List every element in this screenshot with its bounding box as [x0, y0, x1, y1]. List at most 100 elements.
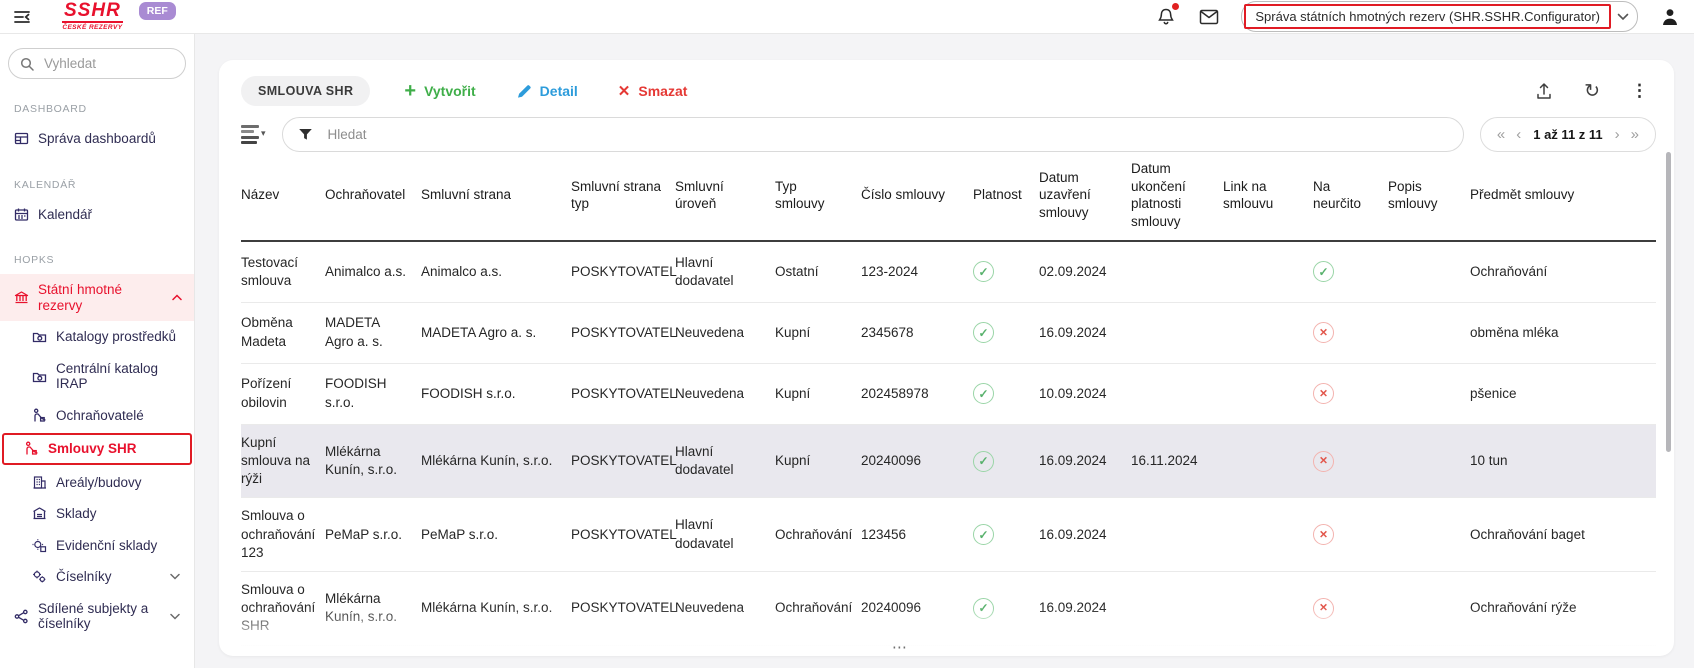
- column-header-datum_ukonceni[interactable]: Datum ukončení platnosti smlouvy: [1131, 154, 1223, 241]
- table-search-input[interactable]: [326, 126, 1448, 143]
- column-header-ochranovatel[interactable]: Ochraňovatel: [325, 154, 421, 241]
- cell-link_na_smlouvu: [1223, 424, 1313, 498]
- sidebar-item-smlouvy-shr[interactable]: Smlouvy SHR: [2, 433, 192, 465]
- column-header-nazev[interactable]: Název: [241, 154, 325, 241]
- table-row[interactable]: Smlouva o ochraňování 123PeMaP s.r.o.PeM…: [241, 498, 1656, 572]
- cell-smluvni_uroven: Hlavní dodavatel: [675, 241, 775, 302]
- refresh-icon[interactable]: ↻: [1582, 80, 1602, 103]
- chevron-down-icon: [1617, 13, 1629, 21]
- column-header-link_na_smlouvu[interactable]: Link na smlouvu: [1223, 154, 1313, 241]
- context-selector-value[interactable]: Správa státních hmotných rezerv (SHR.SSH…: [1244, 4, 1611, 29]
- column-settings-icon[interactable]: ▾: [241, 125, 266, 145]
- sidebar-item-sklady[interactable]: Sklady: [8, 498, 186, 530]
- cell-ochranovatel: Mlékárna Kunín, s.r.o.: [325, 572, 421, 646]
- cell-link_na_smlouvu: [1223, 498, 1313, 572]
- sidebar-collapse-icon[interactable]: [10, 6, 34, 28]
- pagination-next-button[interactable]: ›: [1614, 126, 1621, 143]
- sidebar-item-label: Státní hmotné rezervy: [38, 282, 163, 313]
- cell-ochranovatel: Animalco a.s.: [325, 241, 421, 302]
- cross-circle-icon: ✕: [1313, 524, 1334, 545]
- table-row[interactable]: Obměna MadetaMADETA Agro a. s.MADETA Agr…: [241, 302, 1656, 363]
- cell-nazev: Smlouva o ochraňování SHR: [241, 572, 325, 646]
- column-header-datum_uzavreni[interactable]: Datum uzavření smlouvy: [1039, 154, 1131, 241]
- column-header-smluvni_strana[interactable]: Smluvní strana: [421, 154, 571, 241]
- cell-smluvni_strana_typ: POSKYTOVATEL: [571, 572, 675, 646]
- pagination-last-button[interactable]: »: [1630, 126, 1640, 143]
- table-row[interactable]: Kupní smlouva na rýžiMlékárna Kunín, s.r…: [241, 424, 1656, 498]
- table-viewport: NázevOchraňovatelSmluvní stranaSmluvní s…: [241, 154, 1656, 656]
- column-header-smluvni_uroven[interactable]: Smluvní úroveň: [675, 154, 775, 241]
- sidebar-item-label: Kalendář: [38, 207, 92, 223]
- ref-environment-badge: REF: [139, 2, 176, 20]
- cell-smluvni_strana: Mlékárna Kunín, s.r.o.: [421, 424, 571, 498]
- section-label-hopks: HOPKS: [14, 254, 180, 266]
- cell-platnost: ✓: [973, 241, 1039, 302]
- vertical-scrollbar[interactable]: [1666, 152, 1671, 452]
- sidebar-item-kalendar[interactable]: Kalendář: [8, 199, 186, 231]
- cell-na_neurcito: ✕: [1313, 302, 1388, 363]
- cell-smluvni_strana_typ: POSKYTOVATEL: [571, 498, 675, 572]
- cell-datum_ukonceni: [1131, 498, 1223, 572]
- cell-typ_smlouvy: Kupní: [775, 363, 861, 424]
- messages-envelope-icon[interactable]: [1197, 7, 1221, 27]
- table-row[interactable]: Testovací smlouvaAnimalco a.s.Animalco a…: [241, 241, 1656, 302]
- sidebar-item-arealy-budovy[interactable]: Areály/budovy: [8, 467, 186, 499]
- section-label-dashboard: DASHBOARD: [14, 103, 180, 115]
- card-toolbar: SMLOUVA SHR + Vytvořit Detail ✕ Smazat: [241, 74, 1656, 108]
- table-header-row: NázevOchraňovatelSmluvní stranaSmluvní s…: [241, 154, 1656, 241]
- column-header-cislo_smlouvy[interactable]: Číslo smlouvy: [861, 154, 973, 241]
- table-row[interactable]: testování SČKStředočeskýSlužby✓✕dodávka: [241, 645, 1656, 656]
- context-selector[interactable]: Správa státních hmotných rezerv (SHR.SSH…: [1241, 1, 1638, 32]
- pagination-range-label: 1 až 11 z 11: [1533, 127, 1602, 142]
- sidebar-item-sprava-dashboardu[interactable]: Správa dashboardů: [8, 123, 186, 155]
- sidebar-item-statni-hmotne-rezervy[interactable]: Státní hmotné rezervy: [0, 274, 194, 321]
- user-avatar-icon[interactable]: [1658, 5, 1682, 29]
- cell-datum_ukonceni: [1131, 363, 1223, 424]
- sidebar-item-centralni-katalog-irap[interactable]: Centrální katalog IRAP: [8, 353, 186, 400]
- sidebar-item-ochranovatele[interactable]: Ochraňovatelé: [8, 400, 186, 432]
- cell-typ_smlouvy: Kupní: [775, 302, 861, 363]
- kebab-menu-icon[interactable]: ⋮: [1629, 79, 1650, 103]
- cell-smluvni_strana_typ: POSKYTOVATEL: [571, 424, 675, 498]
- cell-nazev: Pořízení obilovin: [241, 363, 325, 424]
- sidebar-item-evidencni-sklady[interactable]: Evidenční sklady: [8, 530, 186, 562]
- cell-cislo_smlouvy: 20240096: [861, 424, 973, 498]
- table-row[interactable]: Pořízení obilovinFOODISH s.r.o.FOODISH s…: [241, 363, 1656, 424]
- column-header-predmet_smlouvy[interactable]: Předmět smlouvy: [1470, 154, 1656, 241]
- cell-na_neurcito: ✕: [1313, 363, 1388, 424]
- cell-predmet_smlouvy: dodávka: [1470, 645, 1656, 656]
- column-header-typ_smlouvy[interactable]: Typ smlouvy: [775, 154, 861, 241]
- sidebar-item-katalogy-prostredku[interactable]: Katalogy prostředků: [8, 321, 186, 353]
- column-header-platnost[interactable]: Platnost: [973, 154, 1039, 241]
- cell-cislo_smlouvy: 20240096: [861, 572, 973, 646]
- column-header-smluvni_strana_typ[interactable]: Smluvní strana typ: [571, 154, 675, 241]
- cross-circle-icon: ✕: [1313, 322, 1334, 343]
- pagination-first-button[interactable]: «: [1496, 126, 1506, 143]
- column-header-na_neurcito[interactable]: Na neurčito: [1313, 154, 1388, 241]
- sidebar-item-ciselniky[interactable]: Číselníky: [8, 561, 186, 593]
- logo-subtitle: ČESKÉ REZERVY: [62, 25, 122, 32]
- column-header-popis_smlouvy[interactable]: Popis smlouvy: [1388, 154, 1470, 241]
- cell-platnost: ✓: [973, 645, 1039, 656]
- sidebar-item-sdilene-subjekty-a-ciselniky[interactable]: Sdílené subjekty a číselníky: [8, 593, 186, 640]
- sidebar-search-input[interactable]: [42, 55, 174, 72]
- plus-icon: +: [404, 84, 416, 98]
- delete-button[interactable]: ✕ Smazat: [612, 81, 694, 101]
- pagination-prev-button[interactable]: ‹: [1515, 126, 1522, 143]
- cell-nazev: Testovací smlouva: [241, 241, 325, 302]
- cell-cislo_smlouvy: [861, 645, 973, 656]
- cell-smluvni_strana_typ: POSKYTOVATEL: [571, 241, 675, 302]
- cell-smluvni_strana: Animalco a.s.: [421, 241, 571, 302]
- calendar-icon: [14, 207, 29, 222]
- cell-na_neurcito: ✕: [1313, 645, 1388, 656]
- table-search[interactable]: [282, 117, 1464, 152]
- cell-smluvni_strana: [421, 645, 571, 656]
- detail-button[interactable]: Detail: [510, 82, 584, 100]
- sidebar-search[interactable]: [8, 48, 186, 79]
- export-icon[interactable]: [1533, 80, 1555, 103]
- create-button[interactable]: + Vytvořit: [398, 82, 481, 100]
- table-row[interactable]: Smlouva o ochraňování SHRMlékárna Kunín,…: [241, 572, 1656, 646]
- sidebar-item-label: Centrální katalog IRAP: [56, 361, 180, 392]
- notifications-bell-icon[interactable]: [1155, 5, 1177, 28]
- check-circle-icon: ✓: [1313, 261, 1334, 282]
